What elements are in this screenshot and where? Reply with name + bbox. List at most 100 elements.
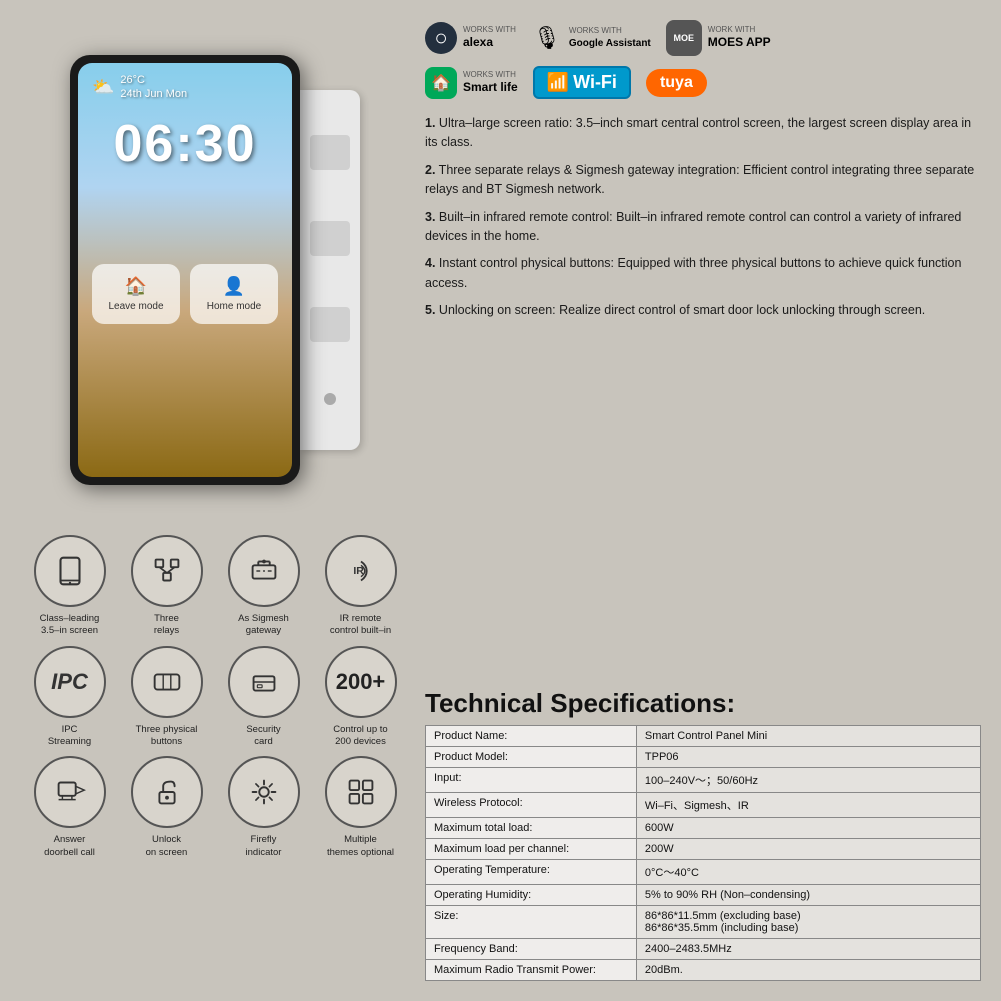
firefly-feature-label: Fireflyindicator bbox=[246, 834, 282, 859]
specs-value: 100–240V～；50/60Hz bbox=[636, 768, 980, 793]
moes-name: MOES APP bbox=[708, 35, 771, 51]
clock-display: 06:30 bbox=[78, 106, 292, 204]
sigmesh-feature-label: As Sigmeshgateway bbox=[238, 613, 289, 638]
buttons-icon-circle bbox=[131, 646, 203, 718]
specs-label: Maximum load per channel: bbox=[426, 839, 637, 860]
tablet-screen: ⛅ 26°C 24th Jun Mon 06:30 🏠 Leave mode bbox=[78, 63, 292, 477]
feature-firefly: Fireflyindicator bbox=[219, 756, 308, 859]
side-module bbox=[300, 90, 360, 450]
200plus-text: 200+ bbox=[336, 669, 386, 695]
tablet-body: ⛅ 26°C 24th Jun Mon 06:30 🏠 Leave mode bbox=[70, 55, 300, 485]
relays-feature-label: Threerelays bbox=[154, 613, 179, 638]
specs-value: 200W bbox=[636, 839, 980, 860]
specs-label: Input: bbox=[426, 768, 637, 793]
relays-icon-circle bbox=[131, 535, 203, 607]
specs-value: 600W bbox=[636, 818, 980, 839]
side-button-3[interactable] bbox=[310, 307, 350, 342]
feature-relays: Threerelays bbox=[122, 535, 211, 638]
ir-icon-circle: IR bbox=[325, 535, 397, 607]
wifi-label: Wi-Fi bbox=[573, 72, 617, 93]
specs-value: 2400–2483.5MHz bbox=[636, 939, 980, 960]
side-button-2[interactable] bbox=[310, 221, 350, 256]
specs-label: Operating Temperature: bbox=[426, 860, 637, 885]
doorbell-feature-label: Answerdoorbell call bbox=[44, 834, 95, 859]
specs-value: 5% to 90% RH (Non–condensing) bbox=[636, 885, 980, 906]
desc-4: 4. Instant control physical buttons: Equ… bbox=[425, 254, 981, 293]
specs-value: Smart Control Panel Mini bbox=[636, 726, 980, 747]
tech-specs-title: Technical Specifications: bbox=[425, 688, 981, 719]
specs-row: Size:86*86*11.5mm (excluding base) 86*86… bbox=[426, 906, 981, 939]
specs-label: Operating Humidity: bbox=[426, 885, 637, 906]
desc-1: 1. Ultra–large screen ratio: 3.5–inch sm… bbox=[425, 114, 981, 153]
ir-feature-label: IR remotecontrol built–in bbox=[330, 613, 391, 638]
alexa-name: alexa bbox=[463, 35, 516, 51]
themes-feature-label: Multiplethemes optional bbox=[327, 834, 394, 859]
firefly-icon-circle bbox=[228, 756, 300, 828]
specs-label: Maximum Radio Transmit Power: bbox=[426, 960, 637, 981]
screen-icon-circle bbox=[34, 535, 106, 607]
specs-row: Product Model:TPP06 bbox=[426, 747, 981, 768]
brand-logos-bar: ○ WORKS WITH alexa 🎙 Works with Google A… bbox=[425, 20, 981, 56]
specs-label: Size: bbox=[426, 906, 637, 939]
google-works-with: Works with bbox=[569, 26, 651, 36]
date-display: 24th Jun Mon bbox=[120, 87, 187, 101]
specs-row: Input:100–240V～；50/60Hz bbox=[426, 768, 981, 793]
weather-icon: ⛅ bbox=[92, 77, 114, 98]
specs-row: Frequency Band:2400–2483.5MHz bbox=[426, 939, 981, 960]
wifi-signal-icon: 📶 bbox=[547, 72, 569, 93]
google-icon: 🎙 bbox=[531, 22, 563, 54]
specs-table: Product Name:Smart Control Panel MiniPro… bbox=[425, 725, 981, 981]
moes-icon: MOE bbox=[666, 20, 702, 56]
specs-row: Operating Humidity:5% to 90% RH (Non–con… bbox=[426, 885, 981, 906]
doorbell-icon-circle bbox=[34, 756, 106, 828]
alexa-brand: ○ WORKS WITH alexa bbox=[425, 22, 516, 54]
smartlife-name: Smart life bbox=[463, 80, 518, 96]
smartlife-works-with: WORKS WITH bbox=[463, 70, 518, 80]
desc-5: 5. Unlocking on screen: Realize direct c… bbox=[425, 301, 981, 320]
specs-label: Wireless Protocol: bbox=[426, 793, 637, 818]
feature-ipc: IPC IPCStreaming bbox=[25, 646, 114, 749]
brand-logos-bar-2: 🏠 WORKS WITH Smart life 📶 Wi-Fi tuya bbox=[425, 66, 981, 99]
security-feature-label: Securitycard bbox=[246, 724, 280, 749]
smartlife-brand: 🏠 WORKS WITH Smart life bbox=[425, 67, 518, 99]
google-brand: 🎙 Works with Google Assistant bbox=[531, 22, 651, 54]
screen-feature-label: Class–leading3.5–in screen bbox=[40, 613, 100, 638]
ipc-icon-circle: IPC bbox=[34, 646, 106, 718]
specs-row: Maximum Radio Transmit Power:20dBm. bbox=[426, 960, 981, 981]
leave-mode-button[interactable]: 🏠 Leave mode bbox=[92, 264, 180, 324]
tuya-label: tuya bbox=[660, 74, 693, 91]
specs-value: Wi–Fi、Sigmesh、IR bbox=[636, 793, 980, 818]
alexa-icon: ○ bbox=[425, 22, 457, 54]
features-grid: Class–leading3.5–in screen Threerelays bbox=[20, 535, 410, 859]
sigmesh-icon-circle bbox=[228, 535, 300, 607]
specs-label: Product Name: bbox=[426, 726, 637, 747]
feature-unlock: Unlockon screen bbox=[122, 756, 211, 859]
side-button-1[interactable] bbox=[310, 135, 350, 170]
specs-row: Maximum load per channel:200W bbox=[426, 839, 981, 860]
feature-200: 200+ Control up to200 devices bbox=[316, 646, 405, 749]
tech-specs-section: Technical Specifications: Product Name:S… bbox=[425, 688, 981, 981]
specs-label: Frequency Band: bbox=[426, 939, 637, 960]
feature-descriptions: 1. Ultra–large screen ratio: 3.5–inch sm… bbox=[425, 114, 981, 678]
desc-3: 3. Built–in infrared remote control: Bui… bbox=[425, 208, 981, 247]
desc-2: 2. Three separate relays & Sigmesh gatew… bbox=[425, 161, 981, 200]
home-mode-button[interactable]: 👤 Home mode bbox=[190, 264, 278, 324]
moes-brand: MOE WORK WITH MOES APP bbox=[666, 20, 771, 56]
moes-works-with: WORK WITH bbox=[708, 25, 771, 35]
200-icon-circle: 200+ bbox=[325, 646, 397, 718]
feature-doorbell: Answerdoorbell call bbox=[25, 756, 114, 859]
feature-sigmesh: As Sigmeshgateway bbox=[219, 535, 308, 638]
feature-ir: IR IR remotecontrol built–in bbox=[316, 535, 405, 638]
svg-text:IR: IR bbox=[353, 566, 364, 577]
specs-value: 86*86*11.5mm (excluding base) 86*86*35.5… bbox=[636, 906, 980, 939]
alexa-works-with: WORKS WITH bbox=[463, 25, 516, 35]
unlock-feature-label: Unlockon screen bbox=[146, 834, 188, 859]
ipc-text: IPC bbox=[51, 669, 88, 695]
google-name: Google Assistant bbox=[569, 37, 651, 50]
feature-themes: Multiplethemes optional bbox=[316, 756, 405, 859]
specs-value: TPP06 bbox=[636, 747, 980, 768]
specs-row: Operating Temperature:0°C～40°C bbox=[426, 860, 981, 885]
smartlife-icon: 🏠 bbox=[425, 67, 457, 99]
specs-row: Wireless Protocol:Wi–Fi、Sigmesh、IR bbox=[426, 793, 981, 818]
feature-screen: Class–leading3.5–in screen bbox=[25, 535, 114, 638]
